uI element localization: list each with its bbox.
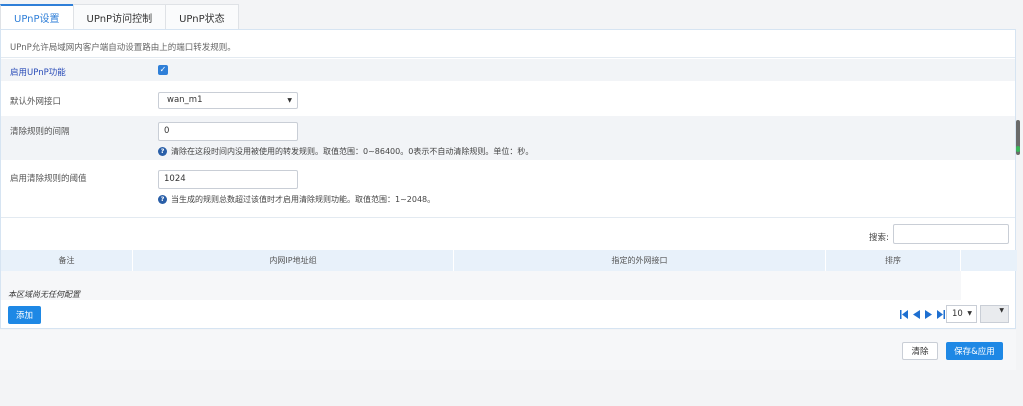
tab-upnp-access-control[interactable]: UPnP访问控制: [72, 4, 167, 29]
wan-interface-label: 默认外网接口: [10, 97, 62, 107]
wan-interface-row: 默认外网接口 wan_m1 ▼: [1, 83, 1015, 115]
search-label: 搜索:: [869, 233, 889, 243]
next-page-icon[interactable]: [923, 308, 934, 320]
page-size-value: 10: [952, 309, 963, 319]
save-apply-button[interactable]: 保存&应用: [946, 342, 1003, 360]
column-header-wan-interface: 指定的外网接口: [454, 250, 826, 271]
threshold-hint: ? 当生成的规则总数超过该值时才启用清除规则功能。取值范围：1~2048。: [158, 194, 435, 205]
search-input[interactable]: [893, 224, 1009, 244]
wan-interface-value: wan_m1: [167, 95, 203, 105]
table-empty-text: 本区域尚无任何配置: [8, 290, 80, 299]
previous-page-icon[interactable]: [911, 308, 922, 320]
scrollbar-indicator: [1016, 146, 1020, 152]
clear-interval-row: 清除规则的间隔 0 ? 清除在这段时间内没用被使用的转发规则。取值范围：0~86…: [1, 116, 1015, 160]
enable-upnp-checkbox[interactable]: ✓: [158, 65, 168, 75]
footer-bar: [0, 330, 1016, 370]
enable-upnp-row: 启用UPnP功能 ✓: [1, 59, 1015, 81]
divider: [1, 217, 1015, 218]
divider: [1, 57, 1015, 58]
last-page-icon[interactable]: [935, 308, 946, 320]
threshold-input[interactable]: 1024: [158, 170, 298, 189]
settings-panel: UPnP允许局域网内客户端自动设置路由上的端口转发规则。 启用UPnP功能 ✓ …: [0, 29, 1017, 329]
add-button[interactable]: 添加: [8, 306, 41, 324]
help-icon: ?: [158, 195, 167, 204]
first-page-icon[interactable]: [899, 308, 910, 320]
threshold-row: 启用清除规则的阈值 1024 ? 当生成的规则总数超过该值时才启用清除规则功能。…: [1, 161, 1015, 216]
clear-interval-hint: ? 清除在这段时间内没用被使用的转发规则。取值范围：0~86400。0表示不自动…: [158, 146, 533, 157]
table-header: 备注 内网IP地址组 指定的外网接口 排序: [1, 250, 1017, 271]
help-icon: ?: [158, 147, 167, 156]
chevron-down-icon: ▼: [287, 97, 292, 104]
threshold-label: 启用清除规则的阈值: [10, 174, 87, 184]
wan-interface-select[interactable]: wan_m1 ▼: [158, 92, 298, 109]
clear-button[interactable]: 清除: [902, 342, 938, 360]
clear-interval-hint-text: 清除在这段时间内没用被使用的转发规则。取值范围：0~86400。0表示不自动清除…: [171, 147, 534, 156]
column-header-sort: 排序: [826, 250, 961, 271]
page-description: UPnP允许局域网内客户端自动设置路由上的端口转发规则。: [10, 43, 236, 53]
enable-upnp-label: 启用UPnP功能: [10, 68, 66, 78]
tab-bar: UPnP设置 UPnP访问控制 UPnP状态: [0, 4, 239, 29]
column-header-actions: [961, 250, 1017, 271]
column-header-lan-ip-group: 内网IP地址组: [133, 250, 454, 271]
tab-upnp-status[interactable]: UPnP状态: [165, 4, 239, 29]
table-empty-row: [1, 271, 961, 300]
page-number-select[interactable]: ▼: [980, 305, 1009, 323]
chevron-down-icon: ▼: [967, 310, 972, 317]
column-header-remark: 备注: [1, 250, 133, 271]
threshold-hint-text: 当生成的规则总数超过该值时才启用清除规则功能。取值范围：1~2048。: [171, 195, 436, 204]
page-size-select[interactable]: 10 ▼: [946, 305, 977, 323]
clear-interval-input[interactable]: 0: [158, 122, 298, 141]
pagination: [899, 308, 947, 320]
tab-upnp-settings[interactable]: UPnP设置: [0, 4, 74, 29]
chevron-down-icon: ▼: [999, 307, 1004, 314]
clear-interval-label: 清除规则的间隔: [10, 127, 70, 137]
